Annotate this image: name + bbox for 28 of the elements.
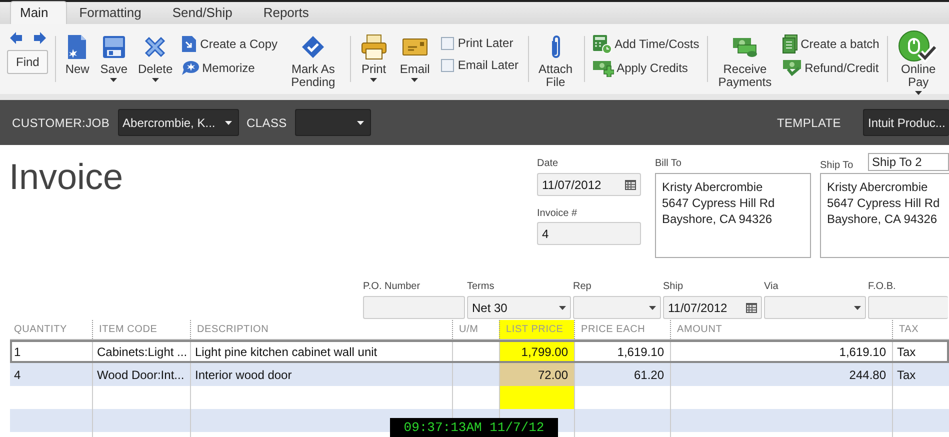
checkbox-label: Print Later (458, 36, 514, 50)
table-cell: Interior wood door (190, 363, 452, 386)
table-cell: 72.00 (499, 363, 574, 386)
table-cell: 1,799.00 (499, 340, 574, 363)
field-label: Ship (663, 281, 684, 292)
field-label: Date (537, 158, 560, 169)
clock-overlay: 09:37:13AM 11/7/12 (402, 419, 546, 437)
field-label: F.O.B. (868, 281, 897, 292)
invoice-title: Invoice (9, 155, 124, 199)
field-label: Via (764, 281, 780, 292)
checkbox-label: Email Later (458, 58, 519, 72)
table-cell: 61.20 (574, 363, 670, 386)
field-label: Bill To (655, 158, 682, 169)
table-cell: Wood Door:Int... (92, 363, 190, 386)
field-label: Ship To (820, 160, 854, 171)
field-label: P.O. Number (363, 281, 422, 292)
field-label: CUSTOMER:JOB (12, 116, 110, 130)
field-label: Rep (573, 281, 592, 292)
field-label: Invoice # (537, 208, 578, 219)
table-cell: Tax (892, 363, 949, 386)
field-label: Terms (467, 281, 496, 292)
field-label: CLASS (246, 116, 287, 130)
table-cell: 244.80 (670, 363, 892, 386)
table-cell-text: 1 (13, 344, 22, 360)
field-value: Abercrombie, K... (122, 116, 216, 130)
table-cell-text: 4 (13, 366, 22, 384)
field-value: Intuit Produc... (868, 116, 946, 130)
field-label: TEMPLATE (776, 116, 841, 130)
